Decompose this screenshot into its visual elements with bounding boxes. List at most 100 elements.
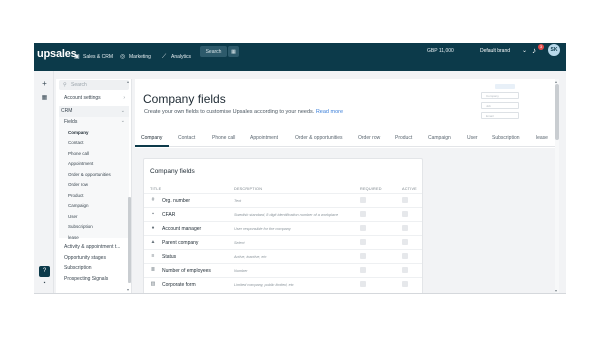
sidebar-item-fields[interactable]: Fields xyxy=(64,119,77,125)
global-search-button[interactable]: Search xyxy=(200,46,227,57)
active-checkbox[interactable] xyxy=(402,197,408,203)
table-row[interactable]: ▥ Corporate form Limited company, public… xyxy=(144,277,422,291)
sitemap-icon: ▲ xyxy=(150,239,156,245)
tab-campaign[interactable]: Campaign xyxy=(428,135,451,141)
tab-company[interactable]: Company xyxy=(141,135,162,141)
add-icon[interactable]: + xyxy=(40,79,49,88)
column-header-title: TITLE xyxy=(150,187,162,191)
search-icon: ⚲ xyxy=(63,82,67,88)
table-row[interactable]: ● Account manager User responsible for t… xyxy=(144,221,422,235)
currency-total: GBP 11,000 xyxy=(427,48,454,54)
main-content: Company fields Create your own fields to… xyxy=(135,79,559,293)
field-title: Parent company xyxy=(162,240,199,246)
scroll-down-icon[interactable]: ▾ xyxy=(127,287,129,292)
field-type-tabs: Company Contact Phone call Appointment O… xyxy=(135,130,559,147)
sidebar-item-order-row[interactable]: Order row xyxy=(68,182,88,187)
table-row[interactable]: ≡ Status Active, inactive, etc xyxy=(144,249,422,263)
quick-create-button[interactable]: ▦ xyxy=(228,46,239,57)
chevron-down-icon[interactable]: ⌄ xyxy=(522,47,527,54)
calendar-icon[interactable]: ▦ xyxy=(40,94,49,103)
avatar[interactable]: SK xyxy=(548,44,560,56)
settings-search-input[interactable]: ⚲ Search xyxy=(59,80,129,90)
tab-contact[interactable]: Contact xyxy=(178,135,195,141)
sidebar-item-subscription-settings[interactable]: Subscription xyxy=(64,265,92,271)
tab-order-row[interactable]: Order row xyxy=(358,135,380,141)
required-checkbox[interactable] xyxy=(360,267,366,273)
chevron-down-icon: ⌄ xyxy=(120,108,125,114)
sidebar-item-crm[interactable]: CRM xyxy=(61,108,72,114)
tab-appointment[interactable]: Appointment xyxy=(250,135,278,141)
table-row[interactable]: ≣ Number of employees Number xyxy=(144,263,422,277)
sidebar-item-order-opportunities[interactable]: Order & opportunities xyxy=(68,172,111,177)
required-checkbox[interactable] xyxy=(360,281,366,287)
building-icon: ▥ xyxy=(150,281,156,287)
top-navigation-bar: upsales ▣ Sales & CRM ◎ Marketing ⟋ Anal… xyxy=(34,43,566,71)
tab-phone-call[interactable]: Phone call xyxy=(212,135,235,141)
field-title: CFAR xyxy=(162,212,176,218)
sidebar-item-phone-call[interactable]: Phone call xyxy=(68,151,89,156)
search-placeholder: Search xyxy=(71,82,87,88)
bell-icon[interactable]: ♪ xyxy=(532,46,536,55)
briefcase-icon: ▣ xyxy=(74,53,80,60)
sidebar-item-prospecting-signals[interactable]: Prospecting Signals xyxy=(64,276,108,282)
chat-icon[interactable]: ▪ xyxy=(40,279,49,288)
main-scrollbar[interactable]: ▴ ▾ xyxy=(555,79,559,293)
tab-subscription[interactable]: Subscription xyxy=(492,135,520,141)
column-header-active: ACTIVE xyxy=(402,187,417,191)
tab-user[interactable]: User xyxy=(467,135,478,141)
upsales-logo[interactable]: upsales xyxy=(37,48,77,60)
sidebar-item-contact[interactable]: Contact xyxy=(68,140,84,145)
active-checkbox[interactable] xyxy=(402,267,408,273)
sidebar-item-opportunity-stages[interactable]: Opportunity stages xyxy=(64,255,106,261)
fields-area: Company fields TITLE DESCRIPTION REQUIRE… xyxy=(135,148,559,293)
table-row[interactable]: ▲ Parent company Select xyxy=(144,235,422,249)
active-checkbox[interactable] xyxy=(402,281,408,287)
required-checkbox[interactable] xyxy=(360,239,366,245)
required-checkbox[interactable] xyxy=(360,211,366,217)
table-row[interactable]: ▪ CFAR Swedish standard, 8 digit identif… xyxy=(144,207,422,221)
card-title: Company fields xyxy=(150,168,195,175)
tab-product[interactable]: Product xyxy=(395,135,412,141)
field-description: User responsible for the company xyxy=(234,227,291,231)
scrollbar-thumb[interactable] xyxy=(555,84,559,140)
scroll-down-icon[interactable]: ▾ xyxy=(555,288,557,293)
nav-analytics[interactable]: ⟋ Analytics xyxy=(162,43,191,71)
illustration-chip xyxy=(495,84,515,89)
sidebar-item-user[interactable]: User xyxy=(68,214,78,219)
active-checkbox[interactable] xyxy=(402,225,408,231)
field-title: Number of employees xyxy=(162,268,211,274)
scroll-up-icon[interactable]: ▴ xyxy=(127,79,129,84)
help-icon[interactable]: ? xyxy=(39,266,50,277)
read-more-link[interactable]: Read more xyxy=(316,109,343,115)
company-fields-card: Company fields TITLE DESCRIPTION REQUIRE… xyxy=(143,158,423,293)
active-checkbox[interactable] xyxy=(402,253,408,259)
table-row[interactable]: # Org. number Text xyxy=(144,193,422,207)
sidebar-item-account-settings[interactable]: Account settings xyxy=(64,95,101,101)
required-checkbox[interactable] xyxy=(360,253,366,259)
illustration-card: Email xyxy=(481,112,519,119)
sidebar-scrollbar[interactable] xyxy=(128,197,131,283)
nav-sales-crm[interactable]: ▣ Sales & CRM xyxy=(74,43,113,71)
hash-icon: # xyxy=(151,197,155,203)
fields-section-background xyxy=(59,117,129,238)
tab-lease[interactable]: lease xyxy=(536,135,548,141)
sidebar-item-appointment[interactable]: Appointment xyxy=(68,161,93,166)
required-checkbox[interactable] xyxy=(360,225,366,231)
required-checkbox[interactable] xyxy=(360,197,366,203)
sidebar-item-company[interactable]: Company xyxy=(68,130,89,135)
page-description: Create your own fields to customise Upsa… xyxy=(144,109,343,115)
active-checkbox[interactable] xyxy=(402,211,408,217)
brand-selector[interactable]: Default brand xyxy=(480,48,510,54)
sidebar-item-subscription[interactable]: Subscription xyxy=(68,224,93,229)
sidebar-item-campaign[interactable]: Campaign xyxy=(68,203,89,208)
page-title: Company fields xyxy=(143,92,226,106)
field-title: Org. number xyxy=(162,198,191,204)
sidebar-item-lease[interactable]: lease xyxy=(68,235,79,240)
tab-order-opportunities[interactable]: Order & opportunities xyxy=(295,135,343,141)
chart-icon: ⟋ xyxy=(162,53,167,60)
illustration-card: Job xyxy=(481,102,519,109)
nav-marketing[interactable]: ◎ Marketing xyxy=(120,43,151,71)
sidebar-item-activity-appointment[interactable]: Activity & appointment t... xyxy=(64,244,120,250)
active-checkbox[interactable] xyxy=(402,239,408,245)
sidebar-item-product[interactable]: Product xyxy=(68,193,84,198)
